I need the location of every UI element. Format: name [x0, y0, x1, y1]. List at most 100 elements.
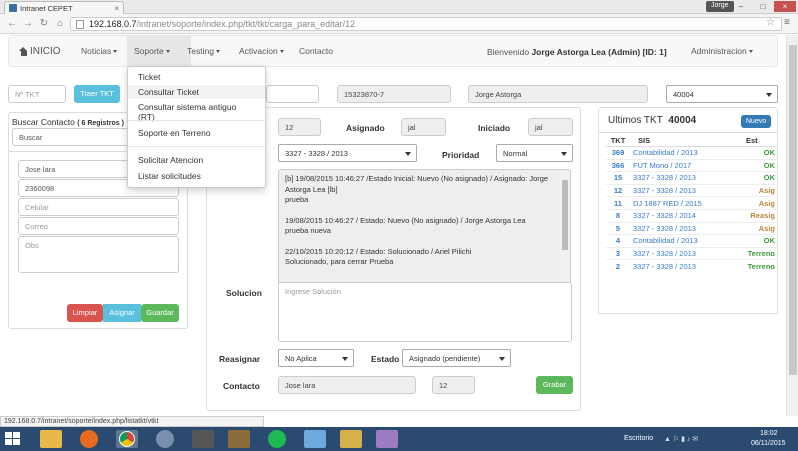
row-sis[interactable]: 3327 - 3328 / 2013 — [630, 246, 734, 260]
solucion-textarea[interactable]: Ingrese Solución — [278, 282, 572, 342]
network-icon[interactable] — [340, 430, 362, 448]
ticket-id-field[interactable]: 12 — [278, 118, 321, 136]
browser-menu-icon[interactable]: ≡ — [784, 17, 790, 28]
anexo-select[interactable]: 40004 — [666, 85, 778, 103]
menu-item-soporte-terreno[interactable]: Soporte en Terreno — [128, 126, 265, 140]
browser-tab[interactable]: Intranet CEPET × — [4, 1, 124, 14]
spotify-icon[interactable] — [268, 430, 286, 448]
row-sis[interactable]: Contabilidad / 2013 — [630, 234, 734, 248]
row-tkt[interactable]: 3 — [606, 246, 630, 260]
row-tkt[interactable]: 366 — [606, 158, 630, 172]
contacto-id-field[interactable]: 12 — [432, 376, 475, 394]
menu-item-consultar-rt[interactable]: Consultar sistema antiguo (RT) — [128, 100, 265, 122]
page-scroll-thumb[interactable] — [789, 45, 797, 375]
row-tkt[interactable]: 2 — [606, 259, 630, 273]
table-row[interactable]: 11 DJ 1887 RED / 2015 Asig — [606, 196, 778, 210]
menu-item-listar-solicitudes[interactable]: Listar solicitudes — [128, 169, 265, 183]
virtualbox-icon[interactable] — [304, 430, 326, 448]
grabar-button[interactable]: Grabar — [536, 376, 573, 394]
user-name-field[interactable]: Jorge Astorga — [468, 85, 648, 103]
hidden-field-partial[interactable] — [266, 85, 319, 103]
forward-arrow-icon[interactable]: → — [22, 18, 34, 30]
menu-item-ticket[interactable]: Ticket — [128, 70, 265, 84]
firefox-icon[interactable] — [80, 430, 98, 448]
asignar-button[interactable]: Asignar — [103, 304, 141, 322]
table-row[interactable]: 3 3327 - 3328 / 2013 Terreno — [606, 246, 778, 260]
sistema-select[interactable]: 3327 - 3328 / 2013 — [278, 144, 417, 162]
estado-select[interactable]: Asignado (pendiente) — [402, 349, 511, 367]
contact-celular-field[interactable]: Celular — [18, 198, 179, 216]
row-tkt[interactable]: 8 — [606, 208, 630, 223]
prioridad-select[interactable]: Normal — [496, 144, 573, 162]
clock-date[interactable]: 06/11/2015 — [751, 440, 786, 447]
back-arrow-icon[interactable]: ← — [6, 18, 18, 30]
row-tkt[interactable]: 12 — [606, 183, 630, 197]
table-row[interactable]: 366 FUT Mono / 2017 OK — [606, 158, 778, 172]
row-sis[interactable]: FUT Mono / 2017 — [630, 158, 734, 172]
log-scroll-thumb[interactable] — [562, 180, 568, 250]
nav-contacto[interactable]: Contacto — [299, 46, 333, 56]
rut-field[interactable]: 15323870-7 — [337, 85, 451, 103]
paint-icon[interactable] — [376, 430, 398, 448]
table-row[interactable]: 15 3327 - 3328 / 2013 OK — [606, 171, 778, 185]
url-field[interactable]: 192.168.0.7/intranet/soporte/index.php/t… — [70, 17, 782, 31]
nuevo-button[interactable]: Nuevo — [741, 115, 771, 128]
table-row[interactable]: 8 3327 - 3328 / 2014 Reasig — [606, 208, 778, 223]
row-sis[interactable]: 3327 - 3328 / 2013 — [630, 259, 734, 273]
nav-soporte[interactable]: Soporte — [134, 46, 170, 56]
contact-obs-textarea[interactable]: Obs — [18, 236, 179, 273]
asignado-field[interactable]: jal — [401, 118, 446, 136]
row-sis[interactable]: 3327 - 3328 / 2013 — [630, 221, 734, 235]
row-sis[interactable]: 3327 - 3328 / 2013 — [630, 183, 734, 197]
table-row[interactable]: 2 3327 - 3328 / 2013 Terreno — [606, 259, 778, 273]
window-close-icon[interactable]: × — [774, 1, 796, 12]
desktop-label[interactable]: Escritorio — [624, 435, 653, 442]
windows-start-icon[interactable] — [5, 432, 21, 446]
nav-testing[interactable]: Testing — [187, 46, 220, 56]
tools-icon[interactable] — [228, 430, 250, 448]
ntkt-input[interactable]: Nº TKT — [8, 85, 66, 103]
iniciado-field[interactable]: jal — [528, 118, 573, 136]
row-sis[interactable]: Contabilidad / 2013 — [630, 146, 734, 160]
row-tkt[interactable]: 4 — [606, 234, 630, 248]
limpiar-button[interactable]: Limpiar — [67, 304, 103, 322]
nav-home[interactable]: INICIO — [19, 46, 61, 57]
select-arrow-icon — [766, 93, 772, 97]
contacto-field[interactable]: Jose lara — [278, 376, 416, 394]
row-tkt[interactable]: 369 — [606, 146, 630, 160]
table-row[interactable]: 5 3327 - 3328 / 2013 Asig — [606, 221, 778, 235]
app-icon[interactable] — [192, 430, 214, 448]
menu-item-consultar-ticket[interactable]: Consultar Ticket — [128, 85, 265, 99]
table-row[interactable]: 4 Contabilidad / 2013 OK — [606, 234, 778, 248]
bookmark-star-icon[interactable]: ☆ — [766, 17, 775, 28]
minimize-icon[interactable]: – — [730, 1, 752, 12]
guardar-button[interactable]: Guardar — [141, 304, 179, 322]
file-explorer-icon[interactable] — [40, 430, 62, 448]
row-sis[interactable]: DJ 1887 RED / 2015 — [630, 196, 734, 210]
row-est: Asig — [734, 196, 778, 210]
menu-item-solicitar-atencion[interactable]: Solicitar Atencion — [128, 153, 265, 167]
table-row[interactable]: 12 3327 - 3328 / 2013 Asig — [606, 183, 778, 197]
clock-time[interactable]: 18:02 — [760, 430, 778, 437]
maximize-icon[interactable]: □ — [752, 1, 774, 12]
contact-correo-field[interactable]: Correo — [18, 217, 179, 235]
row-tkt[interactable]: 11 — [606, 196, 630, 210]
nav-noticias[interactable]: Noticias — [81, 46, 118, 56]
estado-label: Estado — [371, 354, 400, 364]
row-tkt[interactable]: 15 — [606, 171, 630, 185]
reload-icon[interactable]: ↻ — [38, 18, 50, 30]
row-sis[interactable]: 3327 - 3328 / 2013 — [630, 171, 734, 185]
tray-icons[interactable]: ▲ ⚐ ▮ ♪ ✉ — [664, 435, 698, 443]
home-button-icon[interactable]: ⌂ — [54, 18, 66, 30]
nav-administracion[interactable]: Administracion — [691, 46, 753, 56]
reasignar-select[interactable]: No Aplica — [278, 349, 354, 367]
table-row[interactable]: 369 Contabilidad / 2013 OK — [606, 146, 778, 160]
thunderbird-icon[interactable] — [156, 430, 174, 448]
tab-close-icon[interactable]: × — [114, 4, 119, 13]
nav-activacion[interactable]: Activacion — [239, 46, 284, 56]
traer-tkt-button[interactable]: Traer TKT — [74, 85, 120, 103]
page-scrollbar[interactable] — [786, 35, 798, 416]
row-tkt[interactable]: 5 — [606, 221, 630, 235]
row-sis[interactable]: 3327 - 3328 / 2014 — [630, 208, 734, 223]
chrome-icon[interactable] — [116, 430, 138, 448]
